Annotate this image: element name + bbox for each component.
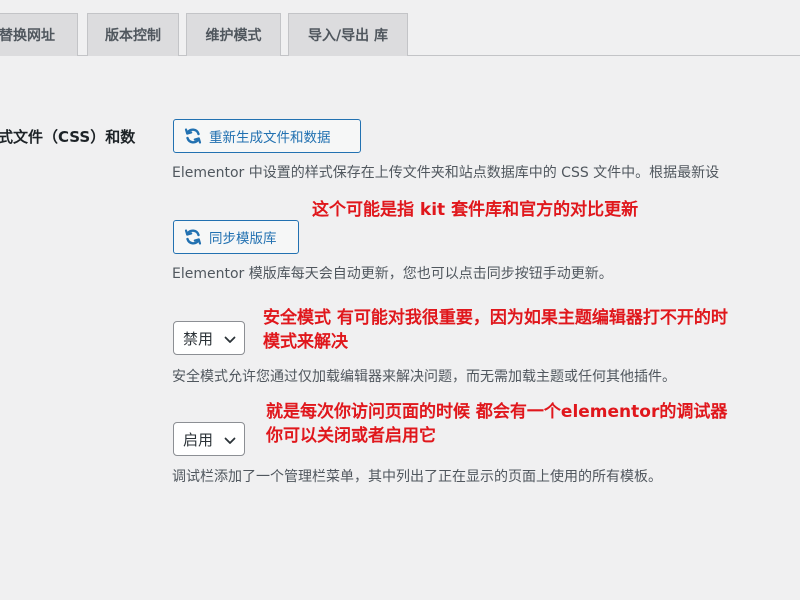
- safe-mode-select[interactable]: 禁用: [173, 321, 245, 355]
- debug-bar-select[interactable]: 启用: [173, 422, 245, 456]
- annotation-kit-library: 这个可能是指 kit 套件库和官方的对比更新: [312, 200, 639, 220]
- safe-mode-selected-value: 禁用: [183, 329, 214, 348]
- sync-library-label: 同步模版库: [209, 231, 277, 247]
- debug-bar-selected-value: 启用: [183, 430, 214, 449]
- debug-bar-description: 调试栏添加了一个管理栏菜单，其中列出了正在显示的页面上使用的所有模板。: [172, 469, 662, 485]
- sync-icon: [183, 126, 203, 146]
- sync-library-button[interactable]: 同步模版库: [173, 220, 299, 254]
- safe-mode-description: 安全模式允许您通过仅加载编辑器来解决问题，而无需加载主题或任何其他插件。: [172, 369, 676, 385]
- chevron-down-icon: [224, 433, 236, 445]
- css-row-label: 式文件（CSS）和数: [0, 128, 136, 146]
- annotation-safe-mode-line-2: 模式来解决: [263, 332, 348, 352]
- tab-replace-url[interactable]: 替换网址: [0, 13, 78, 56]
- regenerate-files-button[interactable]: 重新生成文件和数据: [173, 119, 361, 153]
- chevron-down-icon: [224, 332, 236, 344]
- sync-icon: [183, 227, 203, 247]
- annotation-debug-bar-line-1: 就是每次你访问页面的时候 都会有一个elementor的调试器: [266, 402, 728, 422]
- sync-description: Elementor 模版库每天会自动更新，您也可以点击同步按钮手动更新。: [172, 266, 613, 282]
- regenerate-files-label: 重新生成文件和数据: [209, 130, 331, 146]
- annotation-debug-bar: 就是每次你访问页面的时候 都会有一个elementor的调试器 你可以关闭或者启…: [266, 400, 727, 448]
- css-description: Elementor 中设置的样式保存在上传文件夹和站点数据库中的 CSS 文件中…: [172, 165, 720, 181]
- tab-version-control[interactable]: 版本控制: [87, 13, 179, 56]
- tab-maintenance-mode[interactable]: 维护模式: [186, 13, 281, 56]
- annotation-safe-mode: 安全模式 有可能对我很重要，因为如果主题编辑器打不开的时 模式来解决: [263, 306, 728, 354]
- settings-tabs: 替换网址 版本控制 维护模式 导入/导出 库: [0, 0, 800, 56]
- annotation-debug-bar-line-2: 你可以关闭或者启用它: [266, 426, 436, 446]
- annotation-safe-mode-line-1: 安全模式 有可能对我很重要，因为如果主题编辑器打不开的时: [263, 308, 728, 328]
- tab-import-export-library[interactable]: 导入/导出 库: [288, 13, 408, 56]
